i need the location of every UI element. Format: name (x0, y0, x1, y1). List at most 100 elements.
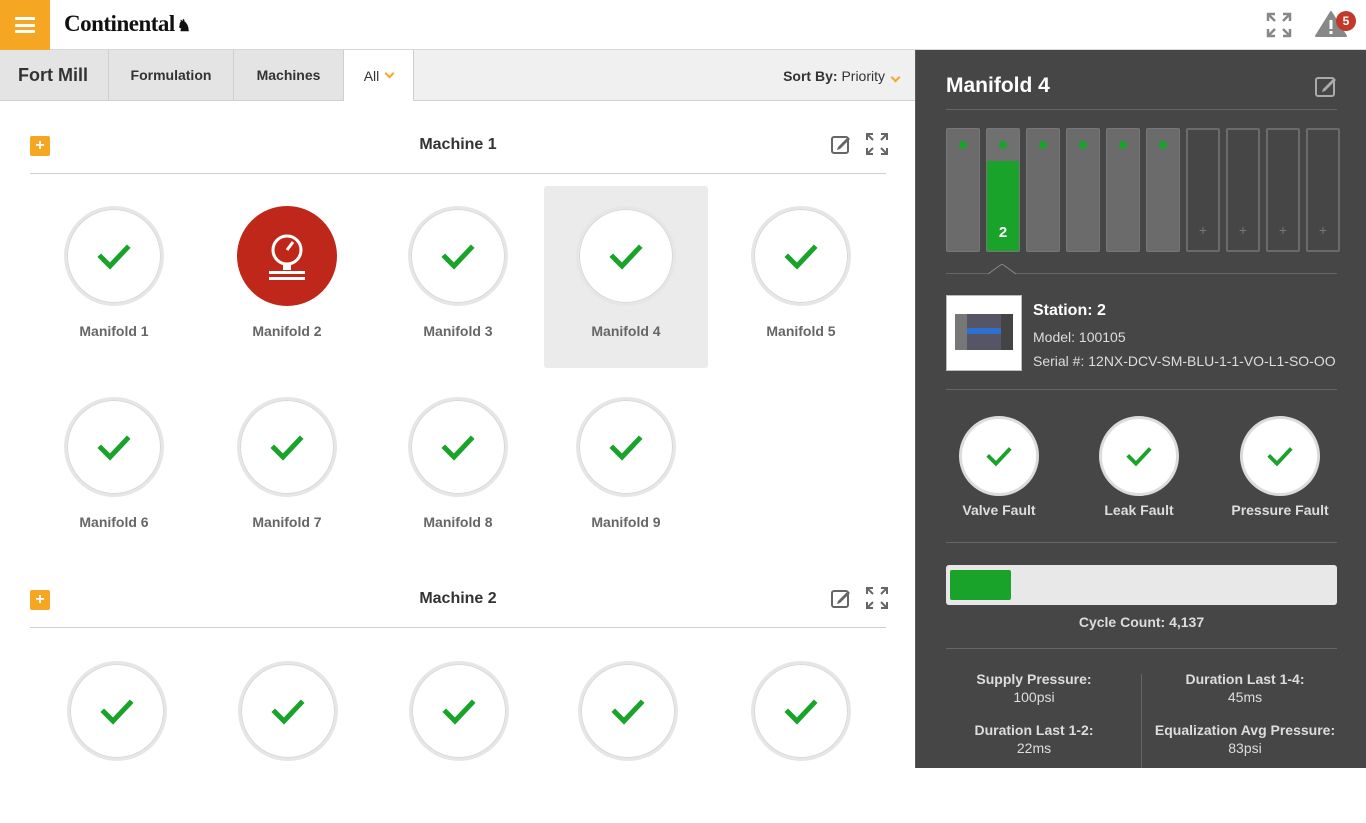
ok-status-circle (238, 661, 338, 761)
stat-key: Duration Last 1-4: (1185, 671, 1305, 687)
menu-button[interactable] (0, 0, 50, 50)
edit-icon[interactable] (1314, 74, 1338, 98)
stat-value: 100psi (1013, 689, 1055, 705)
ok-status-circle (64, 206, 164, 306)
stat-value: 83psi (1228, 740, 1262, 756)
manifold-label: Manifold 3 (423, 323, 493, 339)
ok-status-circle (578, 661, 678, 761)
machine-header: + Machine 1 (30, 133, 888, 174)
station-slot[interactable] (1146, 128, 1180, 252)
tab-site[interactable]: Fort Mill (0, 50, 109, 100)
ok-status-circle (237, 397, 337, 497)
fault-label: Leak Fault (1104, 502, 1174, 518)
station-slot[interactable] (1106, 128, 1140, 252)
sort-dropdown[interactable]: Sort By: Priority (783, 68, 901, 84)
divider (946, 389, 1337, 390)
manifold-tile[interactable] (546, 641, 710, 823)
stat-value: 22ms (1016, 740, 1052, 756)
manifold-tile[interactable]: Manifold 7 (205, 377, 369, 559)
status-dot (1079, 141, 1087, 149)
station-number: 2 (998, 224, 1008, 241)
status-dot (999, 141, 1007, 149)
check-icon (271, 699, 305, 725)
alerts-button[interactable]: 5 (1314, 10, 1356, 40)
tab-all-dropdown[interactable]: All (344, 50, 414, 101)
edit-icon[interactable] (830, 133, 852, 155)
station-slot[interactable]: 2 (986, 128, 1020, 252)
station-slot[interactable] (1066, 128, 1100, 252)
hamburger-icon (15, 17, 35, 33)
manifold-tile[interactable] (377, 641, 541, 823)
ok-status-circle (1099, 416, 1179, 496)
divider (946, 648, 1337, 649)
manifold-label: Manifold 8 (423, 514, 493, 530)
fullscreen-icon[interactable] (1266, 12, 1292, 38)
station-slot[interactable] (1026, 128, 1060, 252)
manifold-tile[interactable]: Manifold 5 (719, 186, 883, 368)
manifold-tile[interactable] (206, 641, 370, 823)
divider (946, 109, 1337, 110)
pressure-gauge-icon (269, 234, 305, 280)
manifold-tile[interactable]: Manifold 9 (544, 377, 708, 559)
ok-status-circle (67, 661, 167, 761)
manifold-tile[interactable]: Manifold 3 (376, 186, 540, 368)
manifold-label: Manifold 7 (252, 514, 322, 530)
check-icon (441, 244, 475, 270)
manifold-tile[interactable]: Manifold 2 (205, 186, 369, 368)
station-serial: Serial #: 12NX-DCV-SM-BLU-1-1-VO-L1-SO-O… (1033, 353, 1336, 369)
ok-status-circle (959, 416, 1039, 496)
chevron-down-icon (384, 68, 395, 79)
machine-header: + Machine 2 (30, 587, 888, 628)
manifold-tile[interactable]: Manifold 4 (544, 186, 708, 368)
sort-label: Sort By: (783, 68, 838, 84)
manifold-label: Manifold 6 (79, 514, 149, 530)
check-icon (97, 244, 131, 270)
check-icon (442, 699, 476, 725)
manifold-tile[interactable]: Manifold 6 (32, 377, 196, 559)
manifold-label: Manifold 9 (591, 514, 661, 530)
fault-indicator: Leak Fault (1069, 416, 1209, 526)
ok-status-circle (576, 206, 676, 306)
check-icon (784, 244, 818, 270)
empty-station-slot[interactable]: + (1186, 128, 1220, 252)
cycle-progress-fill (950, 570, 1012, 600)
manifold-tile[interactable]: Manifold 8 (376, 377, 540, 559)
add-station-icon: + (1278, 222, 1288, 238)
manifold-tile[interactable] (35, 641, 199, 823)
alarm-status-circle (237, 206, 337, 306)
status-dot (1039, 141, 1047, 149)
manifold-detail-panel: Manifold 4 2 + + + + Station: 2 Model: 10010… (915, 50, 1366, 768)
ok-status-circle (751, 661, 851, 761)
tab-formulation[interactable]: Formulation (109, 50, 234, 100)
fault-indicator: Valve Fault (929, 416, 1069, 526)
manifold-label: Manifold 4 (591, 323, 661, 339)
sort-value: Priority (841, 68, 885, 84)
empty-station-slot[interactable]: + (1266, 128, 1300, 252)
empty-station-slot[interactable]: + (1306, 128, 1340, 252)
stat-equalization-pressure: Equalization Avg Pressure: 83psi (1150, 722, 1340, 756)
station-title: Station: 2 (1033, 302, 1106, 319)
manifold-tile[interactable] (719, 641, 883, 823)
check-icon (270, 435, 304, 461)
divider (946, 542, 1337, 543)
tab-machines[interactable]: Machines (234, 50, 344, 100)
station-thumbnail (946, 295, 1022, 371)
manifold-tile[interactable]: Manifold 1 (32, 186, 196, 368)
empty-station-slot[interactable]: + (1226, 128, 1260, 252)
station-slot[interactable] (946, 128, 980, 252)
fullscreen-icon[interactable] (866, 587, 888, 609)
status-dot (1159, 141, 1167, 149)
stat-value: 45ms (1227, 689, 1263, 705)
fullscreen-icon[interactable] (866, 133, 888, 155)
top-bar: Continental ♞ 5 (0, 0, 1366, 50)
machine-title: Machine 2 (419, 590, 497, 607)
ok-status-circle (408, 397, 508, 497)
fault-label: Valve Fault (962, 502, 1036, 518)
ok-status-circle (409, 661, 509, 761)
stat-duration-1-2: Duration Last 1-2: 22ms (939, 722, 1129, 756)
check-icon (611, 699, 645, 725)
check-icon (100, 699, 134, 725)
edit-icon[interactable] (830, 587, 852, 609)
check-icon (97, 435, 131, 461)
status-dot (959, 141, 967, 149)
